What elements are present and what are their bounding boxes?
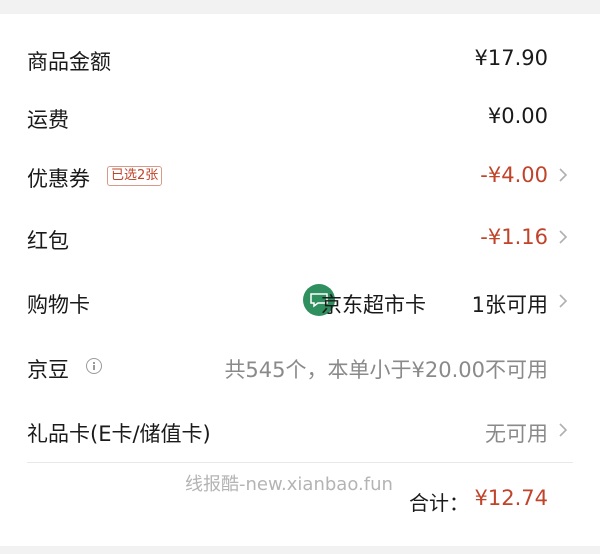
goods-amount-value: ¥17.90 <box>474 46 548 70</box>
jingdou-label: 京豆 <box>27 358 69 382</box>
coupon-selected-badge: 已选2张 <box>107 166 163 186</box>
chevron-right-icon <box>559 423 568 437</box>
redpacket-value: -¥1.16 <box>480 225 548 249</box>
redpacket-row[interactable]: 红包 -¥1.16 <box>0 217 600 257</box>
coupon-value: -¥4.00 <box>480 163 548 187</box>
chevron-right-icon <box>559 168 568 182</box>
chevron-right-icon <box>559 230 568 244</box>
jingdou-value: 共545个，本单小于¥20.00不可用 <box>224 358 548 382</box>
total-label: 合计： <box>409 491 469 515</box>
gift-card-row[interactable]: 礼品卡(E卡/储值卡) 无可用 <box>0 410 600 450</box>
shipping-row: 运费 ¥0.00 <box>0 96 600 136</box>
info-icon[interactable] <box>86 358 102 374</box>
jingdou-row: 京豆 共545个，本单小于¥20.00不可用 <box>0 346 600 386</box>
goods-amount-label: 商品金额 <box>27 50 111 74</box>
coupon-row[interactable]: 优惠券 已选2张 -¥4.00 <box>0 155 600 195</box>
shipping-value: ¥0.00 <box>487 104 548 128</box>
coupon-label: 优惠券 <box>27 167 90 191</box>
order-summary-card: 商品金额 ¥17.90 运费 ¥0.00 优惠券 已选2张 -¥4.00 红包 … <box>0 14 600 546</box>
goods-amount-row: 商品金额 ¥17.90 <box>0 38 600 78</box>
total-value: ¥12.74 <box>474 486 548 510</box>
watermark-text: 线报酷-new.xianbao.fun <box>185 474 393 495</box>
chevron-right-icon <box>559 294 568 308</box>
shopping-card-name: 京东超市卡 <box>321 293 426 317</box>
gift-card-value: 无可用 <box>485 422 548 446</box>
redpacket-label: 红包 <box>27 229 69 253</box>
shopping-card-label: 购物卡 <box>27 293 90 317</box>
shopping-card-count: 1张可用 <box>471 293 548 317</box>
shopping-card-row[interactable]: 购物卡 京东超市卡 1张可用 <box>0 281 600 321</box>
gift-card-label: 礼品卡(E卡/储值卡) <box>27 422 211 446</box>
divider <box>27 462 573 463</box>
shipping-label: 运费 <box>27 108 69 132</box>
